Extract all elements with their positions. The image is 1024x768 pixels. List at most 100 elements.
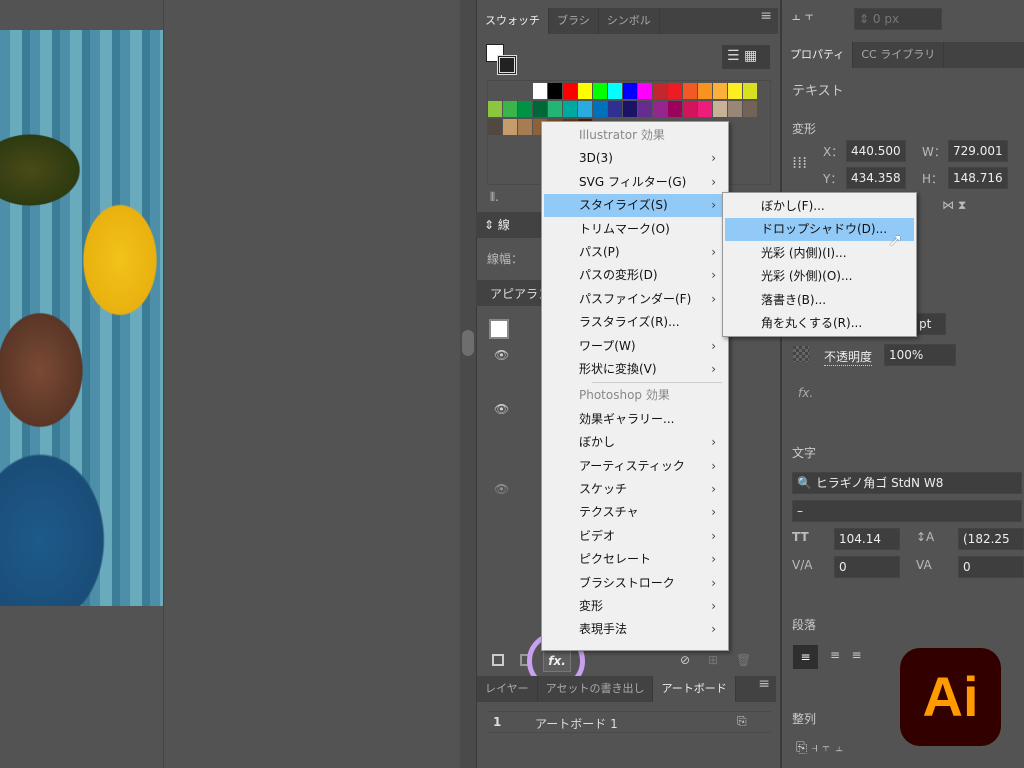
opacity-label[interactable]: 不透明度 bbox=[824, 348, 873, 366]
align-buttons[interactable]: ⎘ ⫞ ⫟ ⫠ bbox=[796, 740, 843, 756]
swatch[interactable] bbox=[488, 101, 502, 117]
stroke-panel-title[interactable]: ⇕ 線 bbox=[484, 216, 510, 233]
menu-item[interactable]: SVG フィルター(G) › bbox=[544, 171, 726, 194]
swatch-library-icon[interactable]: ⫴. bbox=[490, 190, 499, 205]
swatch[interactable] bbox=[668, 83, 682, 99]
menu-item[interactable]: 変形 › bbox=[544, 595, 726, 618]
swatch[interactable] bbox=[518, 119, 532, 135]
swatch[interactable] bbox=[683, 83, 697, 99]
duplicate-item-icon[interactable]: ⊞ bbox=[708, 653, 718, 667]
swatch[interactable] bbox=[623, 101, 637, 117]
scrollbar-thumb[interactable] bbox=[462, 330, 474, 356]
grid-view-icon[interactable]: ▦ bbox=[744, 48, 757, 64]
menu-item[interactable]: ピクセレート › bbox=[544, 548, 726, 571]
menu-item[interactable]: パス(P) › bbox=[544, 241, 726, 264]
h-input[interactable]: 148.716 bbox=[948, 167, 1008, 189]
font-family-select[interactable]: 🔍 ヒラギノ角ゴ StdN W8 bbox=[792, 472, 1022, 494]
vertical-scrollbar[interactable] bbox=[460, 0, 476, 768]
menu-item[interactable]: ワープ(W) › bbox=[544, 335, 726, 358]
tab-artboards[interactable]: アートボード bbox=[653, 676, 736, 702]
swatch[interactable] bbox=[488, 119, 502, 135]
artboard-options-icon[interactable]: ⎘ bbox=[737, 714, 747, 729]
x-input[interactable]: 440.500 bbox=[846, 140, 906, 162]
swatch[interactable] bbox=[728, 83, 742, 99]
swatch[interactable] bbox=[593, 83, 607, 99]
menu-item[interactable]: 表現手法 › bbox=[544, 618, 726, 641]
tab-brushes[interactable]: ブラシ bbox=[549, 8, 599, 34]
menu-item[interactable]: アーティスティック › bbox=[544, 455, 726, 478]
clear-appearance-icon[interactable]: ⊘ bbox=[680, 653, 690, 667]
reference-point-icon[interactable]: ⁞⁞⁞ bbox=[792, 153, 807, 172]
leading-input[interactable]: (182.25 bbox=[958, 528, 1024, 550]
menu-item[interactable]: 落書き(B)... bbox=[725, 289, 914, 312]
fx-icon[interactable]: fx. bbox=[798, 386, 813, 400]
opacity-input[interactable]: 100% bbox=[884, 344, 956, 366]
view-toggle[interactable]: ☰ ▦ bbox=[722, 45, 770, 69]
flip-icons[interactable]: ⋈ ⧗ bbox=[942, 198, 966, 213]
delete-icon[interactable]: 🗑 bbox=[736, 653, 751, 667]
swatch[interactable] bbox=[653, 101, 667, 117]
tab-asset-export[interactable]: アセットの書き出し bbox=[538, 676, 654, 702]
stroke-swatch[interactable] bbox=[497, 55, 517, 75]
menu-item[interactable]: テクスチャ › bbox=[544, 501, 726, 524]
swatch[interactable] bbox=[533, 101, 547, 117]
swatch[interactable] bbox=[698, 101, 712, 117]
swatch[interactable] bbox=[578, 101, 592, 117]
swatch[interactable] bbox=[713, 83, 727, 99]
menu-item[interactable]: ビデオ › bbox=[544, 525, 726, 548]
swatch[interactable] bbox=[608, 83, 622, 99]
align-left-button[interactable]: ≡ bbox=[793, 645, 818, 669]
visibility-eye-icon[interactable]: 👁 bbox=[494, 348, 509, 362]
menu-item[interactable]: トリムマーク(O) bbox=[544, 218, 726, 241]
visibility-eye-icon[interactable]: 👁 bbox=[494, 482, 509, 496]
swatch[interactable] bbox=[548, 101, 562, 117]
tab-properties[interactable]: プロパティ bbox=[782, 42, 854, 68]
swatch[interactable] bbox=[728, 101, 742, 117]
tab-swatches[interactable]: スウォッチ bbox=[477, 8, 549, 34]
stroke-unit[interactable]: pt bbox=[914, 313, 946, 335]
swatch[interactable] bbox=[593, 101, 607, 117]
swatch[interactable] bbox=[743, 83, 757, 99]
menu-item[interactable]: ラスタライズ(R)... bbox=[544, 311, 726, 334]
swatch[interactable] bbox=[503, 119, 517, 135]
swatch[interactable] bbox=[563, 83, 577, 99]
tab-symbols[interactable]: シンボル bbox=[599, 8, 660, 34]
swatch[interactable] bbox=[698, 83, 712, 99]
menu-item[interactable]: 効果ギャラリー... bbox=[544, 408, 726, 431]
swatch[interactable] bbox=[743, 101, 757, 117]
artboard-name[interactable]: アートボード 1 bbox=[535, 715, 618, 732]
artboard-row[interactable]: 1 アートボード 1 ⎘ bbox=[487, 711, 771, 733]
tracking-input[interactable]: 0 bbox=[958, 556, 1024, 578]
swatch[interactable] bbox=[638, 101, 652, 117]
menu-item[interactable]: ドロップシャドウ(D)... bbox=[725, 218, 914, 242]
menu-item[interactable]: 3D(3) › bbox=[544, 147, 726, 170]
swatch[interactable] bbox=[713, 101, 727, 117]
tab-layers[interactable]: レイヤー bbox=[477, 676, 538, 702]
list-view-icon[interactable]: ☰ bbox=[727, 48, 740, 64]
swatch[interactable] bbox=[578, 83, 592, 99]
swatch[interactable] bbox=[533, 83, 547, 99]
swatch[interactable] bbox=[683, 101, 697, 117]
menu-item[interactable]: ぼかし › bbox=[544, 431, 726, 454]
swatch[interactable] bbox=[503, 101, 517, 117]
swatch[interactable] bbox=[653, 83, 667, 99]
tab-cc-libraries[interactable]: CC ライブラリ bbox=[853, 42, 945, 68]
panel-menu-icon[interactable]: ≡ bbox=[760, 8, 772, 24]
kerning-input[interactable]: 0 bbox=[834, 556, 900, 578]
swatch[interactable] bbox=[548, 83, 562, 99]
menu-item[interactable]: 光彩 (外側)(O)... bbox=[725, 265, 914, 288]
swatch[interactable] bbox=[518, 101, 532, 117]
swatch[interactable] bbox=[608, 101, 622, 117]
y-input[interactable]: 434.358 bbox=[846, 167, 906, 189]
menu-item[interactable]: パスの変形(D) › bbox=[544, 264, 726, 287]
swatch[interactable] bbox=[623, 83, 637, 99]
spacing-input[interactable]: ⇕ 0 px bbox=[854, 8, 942, 30]
menu-item[interactable]: スタイライズ(S) › bbox=[544, 194, 726, 218]
panel-menu-icon[interactable]: ≡ bbox=[758, 676, 770, 692]
visibility-eye-icon[interactable]: 👁 bbox=[494, 402, 509, 416]
menu-item[interactable]: スケッチ › bbox=[544, 478, 726, 501]
menu-item[interactable]: ぼかし(F)... bbox=[725, 195, 914, 218]
menu-item[interactable]: ブラシストローク › bbox=[544, 572, 726, 595]
swatch[interactable] bbox=[668, 101, 682, 117]
menu-item[interactable]: 光彩 (内側)(I)... bbox=[725, 242, 914, 265]
